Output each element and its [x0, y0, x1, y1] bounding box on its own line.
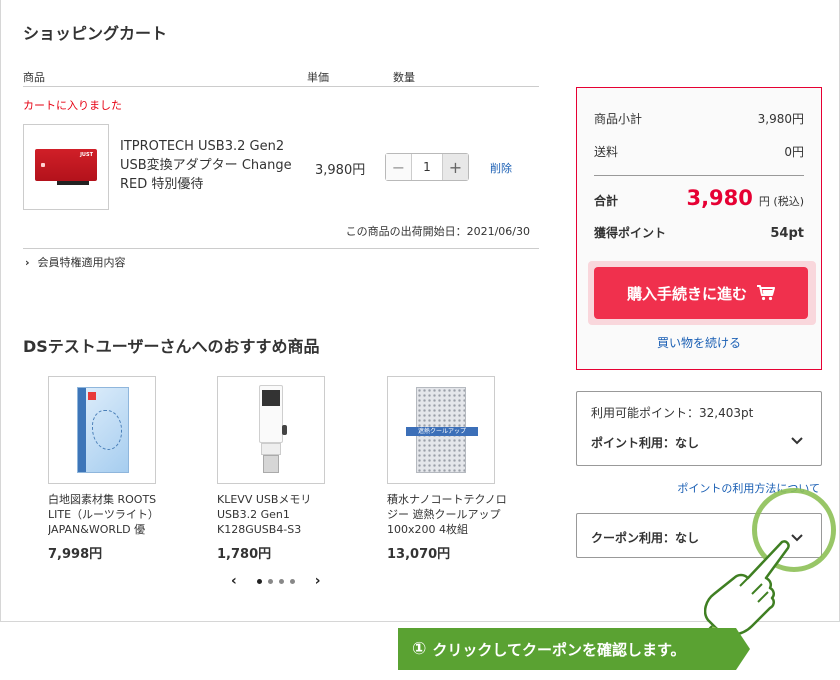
column-header-unit-price: 単価	[307, 71, 329, 84]
recommend-item-name[interactable]: 積水ナノコートテクノロジー 遮熱クールアップ 100x200 4枚組	[387, 492, 513, 537]
earned-points-value: 54pt	[770, 226, 804, 241]
product-brand-label: JUST	[80, 152, 93, 158]
carousel-dot[interactable]	[278, 578, 284, 584]
ship-date-text: この商品の出荷開始日：2021/06/30	[345, 225, 530, 238]
divider	[594, 175, 804, 176]
added-to-cart-message: カートに入りました	[23, 99, 122, 112]
carousel-next-button[interactable]: ›	[315, 573, 321, 589]
product-image: JUST	[35, 149, 97, 181]
callout-text: クリックしてクーポンを確認します。	[432, 640, 686, 659]
recommend-item[interactable]: 遮熱クールアップ 積水ナノコートテクノロジー 遮熱クールアップ 100x200 …	[387, 376, 517, 562]
product-banner-text: 遮熱クールアップ	[406, 427, 478, 436]
cart-icon	[757, 285, 775, 301]
page-title: ショッピングカート	[23, 24, 168, 43]
total-value: 3,980	[686, 186, 753, 210]
divider	[23, 86, 539, 87]
recommend-item-image[interactable]: 遮熱クールアップ	[387, 376, 495, 484]
quantity-increase-button[interactable]: +	[442, 154, 468, 180]
quantity-stepper: − 1 +	[385, 153, 469, 181]
recommend-item[interactable]: KLEVV USBメモリ USB3.2 Gen1 K128GUSB4-S3 1,…	[217, 376, 347, 562]
carousel-prev-button[interactable]: ‹	[231, 573, 237, 589]
member-benefits-label: 会員特権適用内容	[37, 256, 126, 269]
shipping-label: 送料	[594, 145, 619, 159]
recommend-item-name[interactable]: 白地図素材集 ROOTS LITE（ルーツライト）JAPAN&WORLD 優	[48, 492, 174, 537]
carousel-dot[interactable]	[289, 578, 295, 584]
instruction-callout: ① クリックしてクーポンを確認します。	[398, 628, 750, 670]
checkout-button[interactable]: 購入手続きに進む	[594, 267, 808, 319]
quantity-value[interactable]: 1	[412, 154, 442, 180]
points-use-label: ポイント利用：なし	[591, 436, 700, 450]
checkout-button-label: 購入手続きに進む	[626, 284, 747, 303]
total-unit: 円 (税込)	[758, 195, 804, 208]
recommend-item-price: 7,998円	[48, 547, 103, 562]
available-points-text: 利用可能ポイント：32,403pt	[591, 406, 754, 420]
map-software-box-image	[77, 387, 129, 473]
shipping-row: 送料 0円	[594, 143, 804, 160]
member-benefits-toggle[interactable]: › 会員特権適用内容	[25, 254, 126, 270]
divider	[23, 248, 539, 249]
product-name[interactable]: ITPROTECH USB3.2 Gen2 USB変換アダプター Change …	[120, 137, 300, 194]
cart-page: ショッピングカート 商品 単価 数量 カートに入りました JUST ITPROT…	[0, 0, 840, 622]
shipping-value: 0円	[784, 145, 804, 159]
recommend-item-price: 1,780円	[217, 547, 272, 562]
column-header-product: 商品	[23, 71, 45, 84]
product-thumbnail[interactable]: JUST	[23, 124, 109, 210]
coupon-use-label: クーポン利用：なし	[591, 531, 700, 545]
recommend-title: DSテストユーザーさんへのおすすめ商品	[23, 337, 320, 356]
chevron-down-icon[interactable]	[791, 434, 803, 448]
recommend-item-name[interactable]: KLEVV USBメモリ USB3.2 Gen1 K128GUSB4-S3	[217, 492, 343, 537]
order-summary-panel: 商品小計 3,980円 送料 0円 合計 3,980 円 (税込) 獲得ポイント…	[576, 87, 822, 370]
carousel-pagination	[256, 578, 295, 584]
subtotal-label: 商品小計	[594, 112, 643, 126]
recommend-item-image[interactable]	[217, 376, 325, 484]
carousel-dot[interactable]	[267, 578, 273, 584]
earned-points-label: 獲得ポイント	[594, 226, 667, 240]
points-selector[interactable]: 利用可能ポイント：32,403pt ポイント利用：なし	[576, 391, 822, 466]
product-unit-price: 3,980円	[315, 163, 366, 178]
recommend-item-price: 13,070円	[387, 547, 451, 562]
quantity-decrease-button[interactable]: −	[386, 154, 412, 180]
delete-item-link[interactable]: 削除	[490, 160, 512, 176]
subtotal-value: 3,980円	[757, 112, 804, 126]
recommend-item[interactable]: 白地図素材集 ROOTS LITE（ルーツライト）JAPAN&WORLD 優 7…	[48, 376, 178, 562]
earned-points-row: 獲得ポイント 54pt	[594, 224, 804, 241]
recommend-item-image[interactable]	[48, 376, 156, 484]
carousel-dot[interactable]	[256, 578, 262, 584]
usb-drive-image	[259, 385, 283, 443]
column-header-quantity: 数量	[393, 71, 415, 84]
chevron-right-icon: ›	[25, 255, 30, 269]
total-label: 合計	[594, 194, 619, 208]
recommend-carousel-nav: ‹ ›	[231, 573, 321, 589]
subtotal-row: 商品小計 3,980円	[594, 110, 804, 127]
continue-shopping-link[interactable]: 買い物を続ける	[577, 334, 821, 351]
total-row: 合計 3,980 円 (税込)	[594, 186, 804, 210]
callout-step-number: ①	[412, 639, 427, 659]
